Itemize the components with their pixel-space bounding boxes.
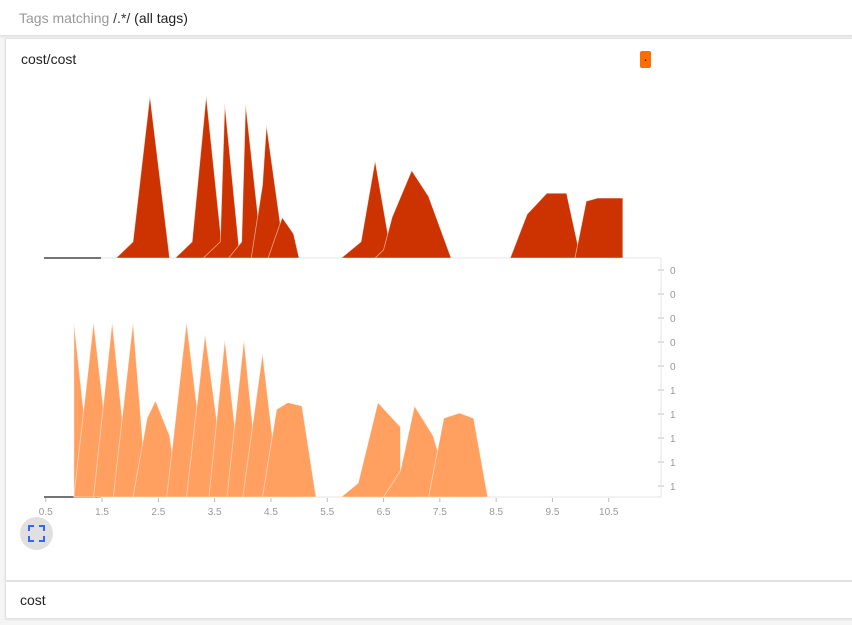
cost-chart: 0.5 1.5 2.5 3.5 4.5 5.5 6.5 7.5 8.5 9.5 10.5 0 0 0 0 0 1…: [39, 95, 676, 518]
x-tick-label-4: 4.5: [264, 507, 278, 518]
area-upper-peak-1: [174, 95, 224, 259]
y-tick-label-7: 1: [670, 434, 676, 445]
y-tick-label-2: 0: [670, 314, 676, 325]
tag-filter-bar[interactable]: Tags matching /.*/ (all tags): [0, 0, 852, 36]
y-tick-label-5: 1: [670, 386, 676, 397]
y-tick-label-0: 0: [670, 266, 676, 277]
x-tick-label-7: 7.5: [433, 507, 447, 518]
y-tick-label-8: 1: [670, 458, 676, 469]
chart-card: cost/cost . 0.5 1.5 2.5 3.5 4.5 5.5 6.5 7.5 8.5 9…: [5, 38, 852, 581]
tag-filter-prefix: Tags matching: [19, 10, 114, 26]
tag-filter-regex[interactable]: /.*/: [113, 10, 130, 26]
area-upper-peak-6: [340, 160, 393, 259]
y-tick-label-3: 0: [670, 338, 676, 349]
x-tick-label-6: 6.5: [377, 507, 391, 518]
area-lower-peak-10: [262, 402, 317, 498]
area-lower-peak-11: [340, 401, 401, 498]
y-tick-label-6: 1: [670, 410, 676, 421]
section-header[interactable]: cost: [5, 581, 852, 619]
area-upper-peak-9: [574, 197, 624, 259]
area-upper-peak-0: [115, 95, 171, 259]
section-title: cost: [20, 592, 46, 608]
y-tick-label-1: 0: [670, 290, 676, 301]
x-tick-label-8: 8.5: [489, 507, 503, 518]
area-upper-peak-8: [509, 192, 582, 259]
x-tick-label-3: 3.5: [208, 507, 222, 518]
y-tick-label-9: 1: [670, 482, 676, 493]
x-tick-label-2: 2.5: [151, 507, 165, 518]
x-tick-label-5: 5.5: [320, 507, 334, 518]
x-tick-label-1: 1.5: [95, 507, 109, 518]
x-tick-label-10: 10.5: [599, 507, 619, 518]
y-tick-label-4: 0: [670, 362, 676, 373]
fullscreen-icon: [28, 525, 45, 542]
tag-filter-text[interactable]: Tags matching /.*/ (all tags): [19, 10, 188, 26]
x-tick-label-0: 0.5: [39, 507, 53, 518]
expand-button[interactable]: [20, 517, 53, 550]
area-upper-peak-7: [374, 169, 452, 259]
tag-filter-suffix: (all tags): [130, 10, 188, 26]
area-lower-peak-13: [428, 412, 489, 498]
x-tick-label-9: 9.5: [545, 507, 559, 518]
